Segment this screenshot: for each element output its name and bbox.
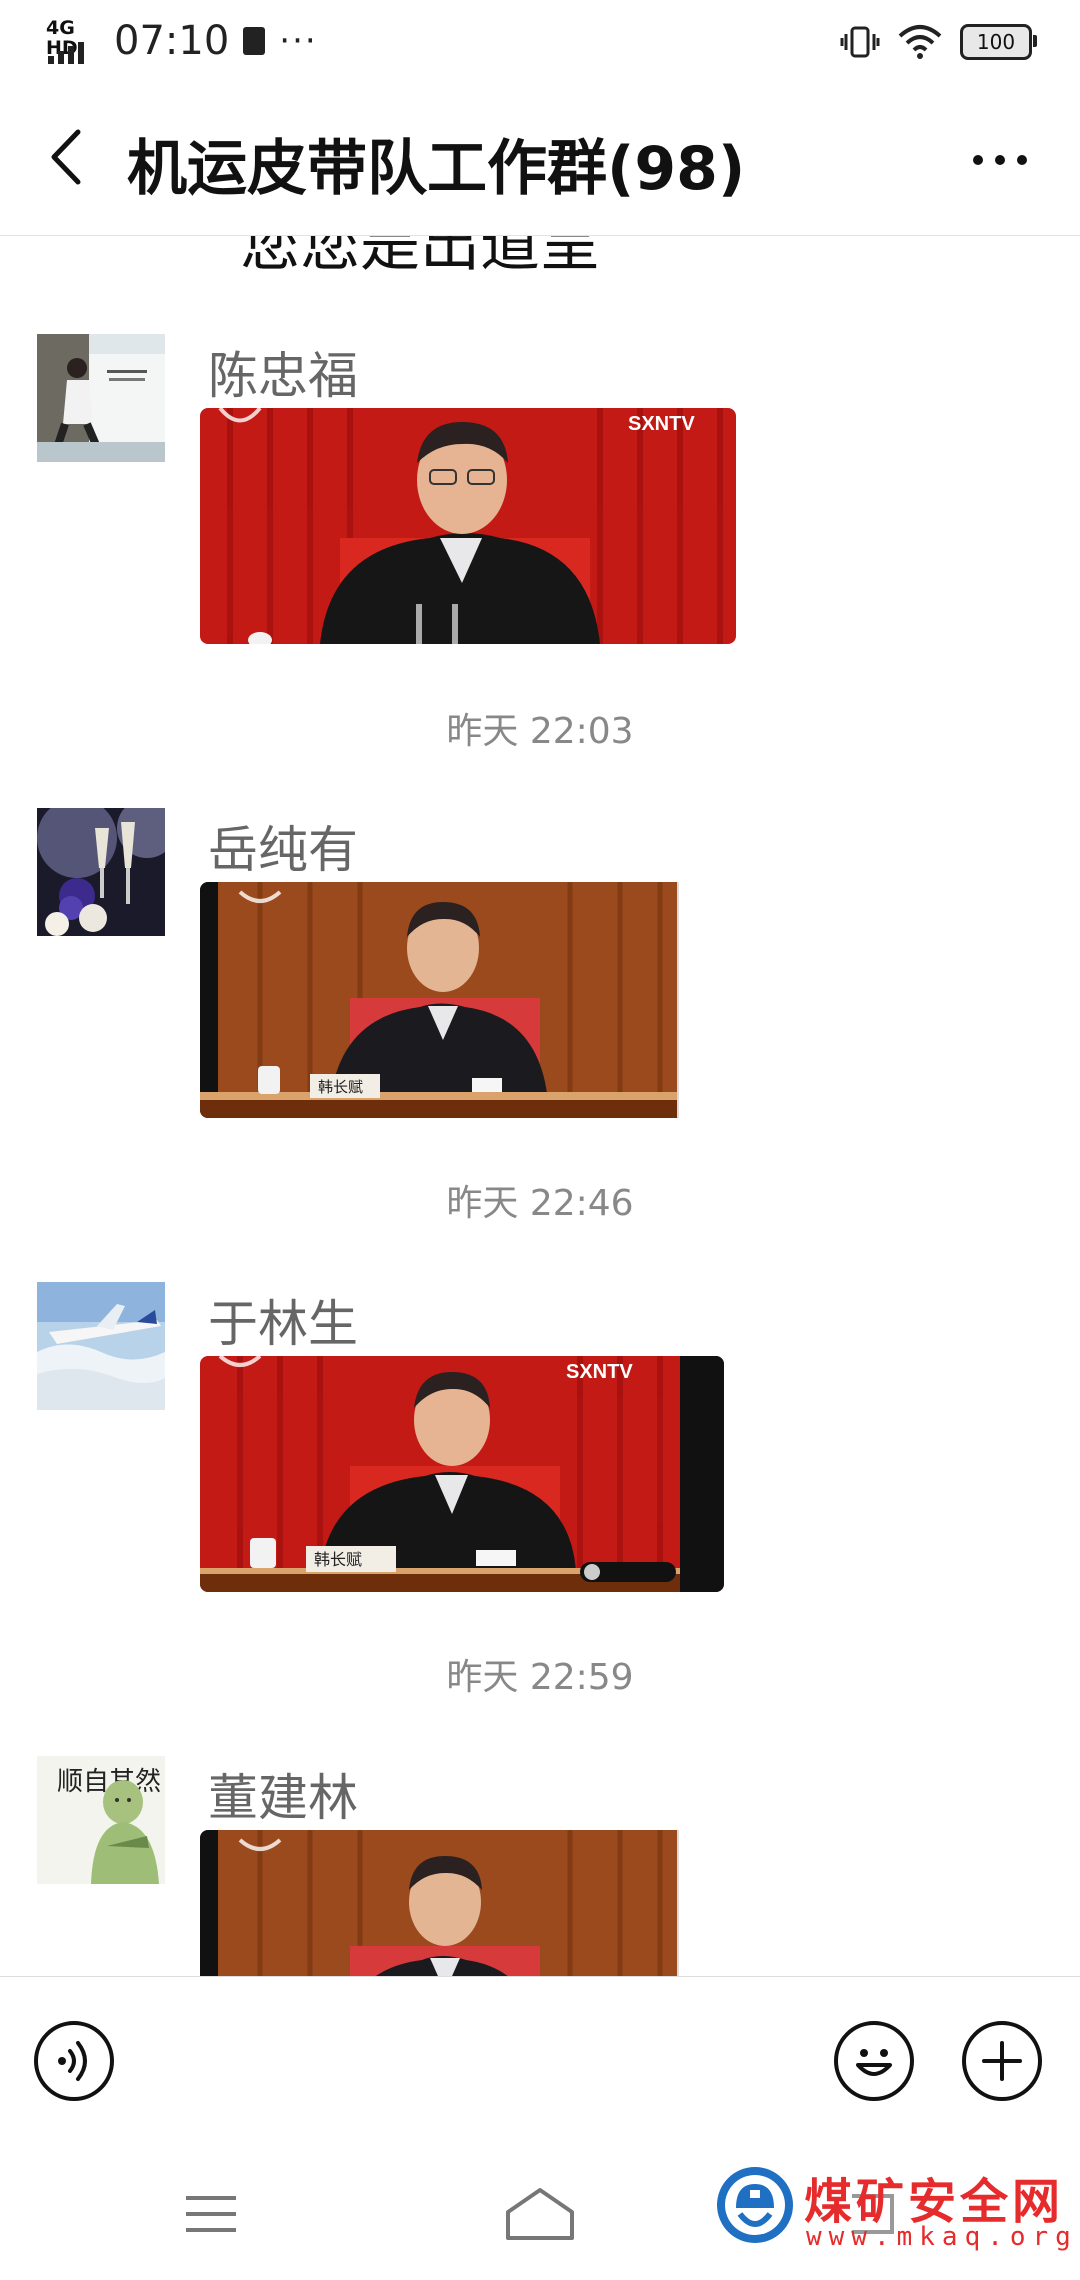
watermark-url: www.mkaq.org xyxy=(806,2222,1078,2252)
status-more-icon: ··· xyxy=(279,21,318,61)
vibrate-icon xyxy=(840,26,880,58)
timestamp: 昨天 22:59 xyxy=(446,1657,634,1698)
more-dot-icon xyxy=(1017,155,1027,165)
avatar[interactable] xyxy=(37,334,165,462)
emoji-button[interactable] xyxy=(834,2021,914,2101)
wifi-icon xyxy=(898,25,942,59)
video-message[interactable]: 韩长赋 xyxy=(200,882,700,1118)
name-plate: 韩长赋 xyxy=(314,1550,362,1569)
partial-message-text: 您您是出道呈 xyxy=(240,236,600,280)
status-time: 07:10 xyxy=(114,18,230,64)
more-dot-icon xyxy=(995,155,1005,165)
plus-icon xyxy=(982,2041,1022,2081)
timestamp: 昨天 22:46 xyxy=(446,1183,634,1224)
signal-icon: 4G HD xyxy=(46,18,100,64)
smiley-icon xyxy=(856,2049,892,2076)
name-plate: 韩长赋 xyxy=(318,1078,363,1096)
avatar[interactable]: 顺自其然 xyxy=(37,1756,165,1884)
battery-icon: 100 xyxy=(960,24,1037,60)
more-functions-button[interactable] xyxy=(962,2021,1042,2101)
input-bar xyxy=(0,1976,1080,2147)
avatar[interactable] xyxy=(37,1282,165,1410)
clipboard-icon xyxy=(243,27,266,55)
sender-name: 于林生 xyxy=(208,1295,358,1353)
avatar[interactable] xyxy=(37,808,165,936)
channel-logo: SXNTV xyxy=(628,413,695,435)
more-dot-icon xyxy=(973,155,983,165)
status-bar: 4G HD 07:10 ··· 100 xyxy=(0,0,1080,80)
chevron-left-icon xyxy=(51,129,81,185)
voice-icon xyxy=(58,2041,87,2081)
message-list[interactable]: 您您是出道呈 陈忠福 SXNTV 昨天 22:03 岳纯有 韩长赋 昨天 22:… xyxy=(0,236,1080,1976)
chat-header: 机运皮带队工作群(98) xyxy=(0,80,1080,236)
menu-icon[interactable] xyxy=(184,2194,238,2234)
video-message[interactable] xyxy=(200,1830,700,1976)
timestamp: 昨天 22:03 xyxy=(446,711,634,752)
back-button[interactable] xyxy=(40,122,100,192)
video-message[interactable]: 韩长赋 SXNTV xyxy=(200,1356,724,1592)
sender-name: 岳纯有 xyxy=(208,821,358,879)
home-icon[interactable] xyxy=(504,2186,576,2242)
voice-input-button[interactable] xyxy=(34,2021,114,2101)
sender-name: 董建林 xyxy=(208,1769,358,1827)
watermark: 煤矿安全网 www.mkaq.org xyxy=(714,2160,1074,2260)
battery-level: 100 xyxy=(976,30,1016,54)
chat-title: 机运皮带队工作群(98) xyxy=(127,134,746,204)
watermark-logo-icon xyxy=(717,2167,793,2243)
more-options-button[interactable] xyxy=(960,130,1040,190)
video-message[interactable]: SXNTV xyxy=(200,408,736,644)
channel-logo: SXNTV xyxy=(566,1361,633,1383)
sender-name: 陈忠福 xyxy=(208,347,358,405)
